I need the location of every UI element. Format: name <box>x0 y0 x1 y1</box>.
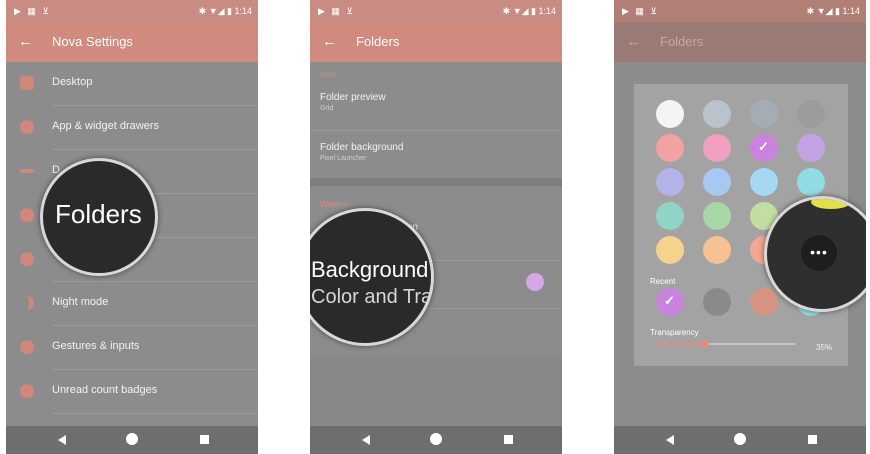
status-right-indicators: ✱ ▼◢ ▮ 1:14 <box>806 6 860 16</box>
nav-back-icon[interactable] <box>58 435 66 445</box>
app-bar: ← Folders <box>310 22 562 62</box>
folder-icon <box>20 208 34 222</box>
app-bar: ← Nova Settings <box>6 22 258 62</box>
dock-icon <box>20 169 34 173</box>
nav-recents-icon[interactable] <box>200 435 209 444</box>
menu-item-label: Unread count badges <box>52 384 158 396</box>
back-arrow-icon: ← <box>626 33 641 50</box>
phone-color-picker: ▶ ▦ ⊻ ✱ ▼◢ ▮ 1:14 ← Folders Recent Trans… <box>614 0 866 454</box>
phone-folders-settings: ▶ ▦ ⊻ ✱ ▼◢ ▮ 1:14 ← Folders Icon Folder … <box>310 0 562 454</box>
palette-icon <box>20 252 34 266</box>
color-swatch[interactable] <box>703 134 731 162</box>
desktop-icon <box>20 76 34 90</box>
menu-item-label: Gestures & inputs <box>52 340 140 352</box>
color-swatch[interactable] <box>750 134 778 162</box>
color-swatch[interactable] <box>703 168 731 196</box>
status-left-icons: ▶ ▦ ⊻ <box>622 6 660 16</box>
navigation-bar <box>614 426 866 454</box>
color-swatch[interactable] <box>703 100 731 128</box>
menu-item-desktop[interactable]: Desktop <box>6 62 258 106</box>
color-swatch[interactable] <box>656 134 684 162</box>
nav-home-icon[interactable] <box>126 433 138 445</box>
page-title: Nova Settings <box>52 34 133 49</box>
status-bar: ▶ ▦ ⊻ ✱ ▼◢ ▮ 1:14 <box>310 0 562 22</box>
recent-label: Recent <box>650 277 676 286</box>
folder-preview-setting[interactable]: Folder preview Grid <box>320 92 386 112</box>
badge-icon <box>20 384 34 398</box>
drawer-icon <box>20 120 34 134</box>
menu-item-label: Night mode <box>52 296 109 308</box>
color-swatch[interactable] <box>703 236 731 264</box>
divider <box>310 130 562 131</box>
color-swatch[interactable] <box>656 168 684 196</box>
setting-value: Grid <box>320 105 334 112</box>
menu-item-label: Desktop <box>52 76 93 88</box>
magnifier-folders: Folders <box>40 158 158 276</box>
color-swatch[interactable] <box>656 236 684 264</box>
color-swatch[interactable] <box>750 100 778 128</box>
color-swatch[interactable] <box>797 100 825 128</box>
nav-back-icon[interactable] <box>362 435 370 445</box>
divider <box>52 413 258 414</box>
recent-color-swatch[interactable] <box>656 288 684 316</box>
gesture-icon <box>20 340 34 354</box>
page-title: Folders <box>356 34 400 49</box>
section-gap <box>310 178 562 186</box>
back-arrow-icon[interactable]: ← <box>322 33 337 50</box>
setting-value: Pixel Launcher <box>320 155 367 162</box>
menu-item-gestures[interactable]: Gestures & inputs <box>6 326 258 370</box>
status-left-icons: ▶ ▦ ⊻ <box>318 6 356 16</box>
moon-icon <box>20 296 34 310</box>
recent-color-swatch[interactable] <box>703 288 731 316</box>
setting-title: Folder background <box>320 142 404 153</box>
navigation-bar <box>310 426 562 454</box>
section-header-icon: Icon <box>320 70 336 79</box>
transparency-value: 35% <box>816 343 833 352</box>
color-swatch[interactable] <box>703 202 731 230</box>
menu-item-label: App & widget drawers <box>52 120 159 132</box>
slider-fill <box>656 343 705 345</box>
navigation-bar <box>6 426 258 454</box>
menu-item-night-mode[interactable]: Night mode <box>6 282 258 326</box>
menu-item-badges[interactable]: Unread count badges <box>6 370 258 414</box>
color-swatch[interactable] <box>797 168 825 196</box>
color-preview-swatch[interactable] <box>526 273 544 291</box>
status-bar: ▶ ▦ ⊻ ✱ ▼◢ ▮ 1:14 <box>6 0 258 22</box>
color-swatch[interactable] <box>656 202 684 230</box>
transparency-slider[interactable] <box>656 340 796 348</box>
nav-home-icon[interactable] <box>430 433 442 445</box>
status-right-indicators: ✱ ▼◢ ▮ 1:14 <box>198 6 252 16</box>
magnified-subtitle: Color and Tra <box>311 286 433 308</box>
nav-home-icon[interactable] <box>734 433 746 445</box>
magnified-title: Background <box>311 257 429 282</box>
recent-color-swatch[interactable] <box>750 288 778 316</box>
app-bar: ← Folders <box>614 22 866 62</box>
transparency-label: Transparency <box>650 328 699 337</box>
page-title: Folders <box>660 34 704 49</box>
section-header-window: Window <box>320 200 349 209</box>
color-swatch[interactable] <box>656 100 684 128</box>
empty-area <box>310 354 562 426</box>
status-right-indicators: ✱ ▼◢ ▮ 1:14 <box>502 6 556 16</box>
nav-recents-icon[interactable] <box>808 435 817 444</box>
back-arrow-icon[interactable]: ← <box>18 33 33 50</box>
status-left-icons: ▶ ▦ ⊻ <box>14 6 52 16</box>
nav-back-icon[interactable] <box>666 435 674 445</box>
menu-item-drawers[interactable]: App & widget drawers <box>6 106 258 150</box>
phone-nova-settings: ▶ ▦ ⊻ ✱ ▼◢ ▮ 1:14 ← Nova Settings Deskto… <box>6 0 258 454</box>
status-bar: ▶ ▦ ⊻ ✱ ▼◢ ▮ 1:14 <box>614 0 866 22</box>
color-swatch[interactable] <box>797 134 825 162</box>
nav-recents-icon[interactable] <box>504 435 513 444</box>
more-options-icon[interactable]: ••• <box>801 235 837 271</box>
setting-title: Folder preview <box>320 92 386 103</box>
magnified-label: Folders <box>55 199 142 229</box>
folder-background-setting[interactable]: Folder background Pixel Launcher <box>320 142 403 162</box>
slider-thumb[interactable] <box>701 340 709 348</box>
color-swatch[interactable] <box>750 168 778 196</box>
